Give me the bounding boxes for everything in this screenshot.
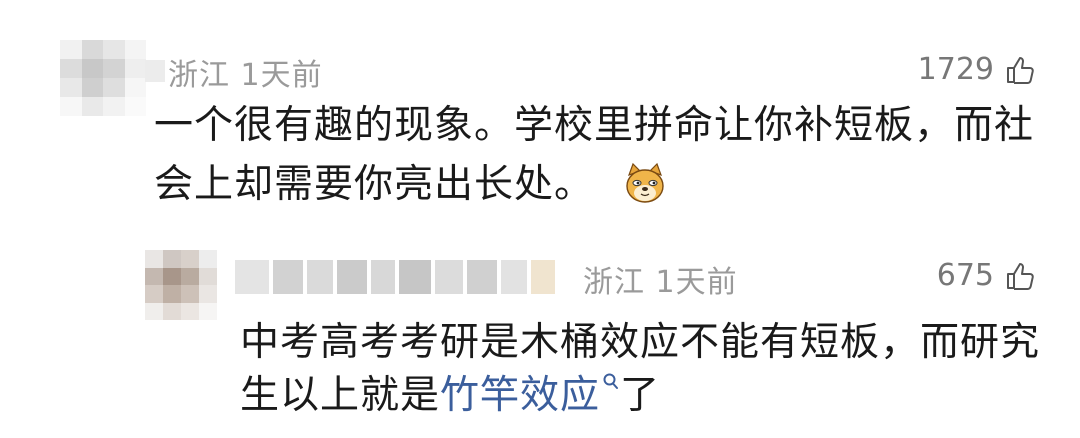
reply-username-blurred[interactable]: [235, 260, 555, 294]
reply-timestamp: 1天前: [655, 265, 738, 300]
reply-like-button[interactable]: 675: [937, 258, 1036, 293]
reply-text-line-2: 生以上就是竹竿效应了: [240, 366, 660, 426]
username-blurred[interactable]: [145, 60, 165, 82]
like-count: 1729: [917, 52, 994, 87]
search-icon: [603, 373, 619, 389]
comment-text-line-2: 会上却需要你亮出长处。: [154, 155, 667, 215]
like-button[interactable]: 1729: [918, 52, 1036, 87]
thumbs-up-icon: [1007, 262, 1034, 290]
topic-link-label: 竹竿效应: [440, 373, 601, 418]
comment-meta: 浙江 1天前: [168, 50, 323, 94]
reply-avatar[interactable]: [145, 250, 217, 320]
reply-meta: 浙江 1天前: [583, 257, 738, 301]
comment-thread: 浙江 1天前 1729 一个很有趣的现象。学校里拼命让你补短板，而社 会上却需要…: [0, 0, 1080, 438]
reply-text-suffix: 了: [620, 373, 661, 418]
doge-emoji-icon: [626, 162, 665, 203]
reply-text: 中考高考考研是木桶效应不能有短板，而研究: [240, 320, 1041, 365]
reply-location-label: 浙江: [583, 265, 645, 300]
topic-search-link[interactable]: 竹竿效应: [440, 373, 620, 418]
thumbs-up-icon: [1007, 56, 1034, 84]
location-label: 浙江: [168, 58, 230, 93]
avatar[interactable]: [60, 40, 146, 116]
comment-text-continuation: 会上却需要你亮出长处。: [154, 162, 595, 207]
reply-text-prefix: 生以上就是: [240, 373, 441, 418]
timestamp: 1天前: [240, 58, 323, 93]
comment-text: 一个很有趣的现象。学校里拼命让你补短板，而社: [154, 103, 1035, 148]
reply-like-count: 675: [936, 258, 994, 293]
